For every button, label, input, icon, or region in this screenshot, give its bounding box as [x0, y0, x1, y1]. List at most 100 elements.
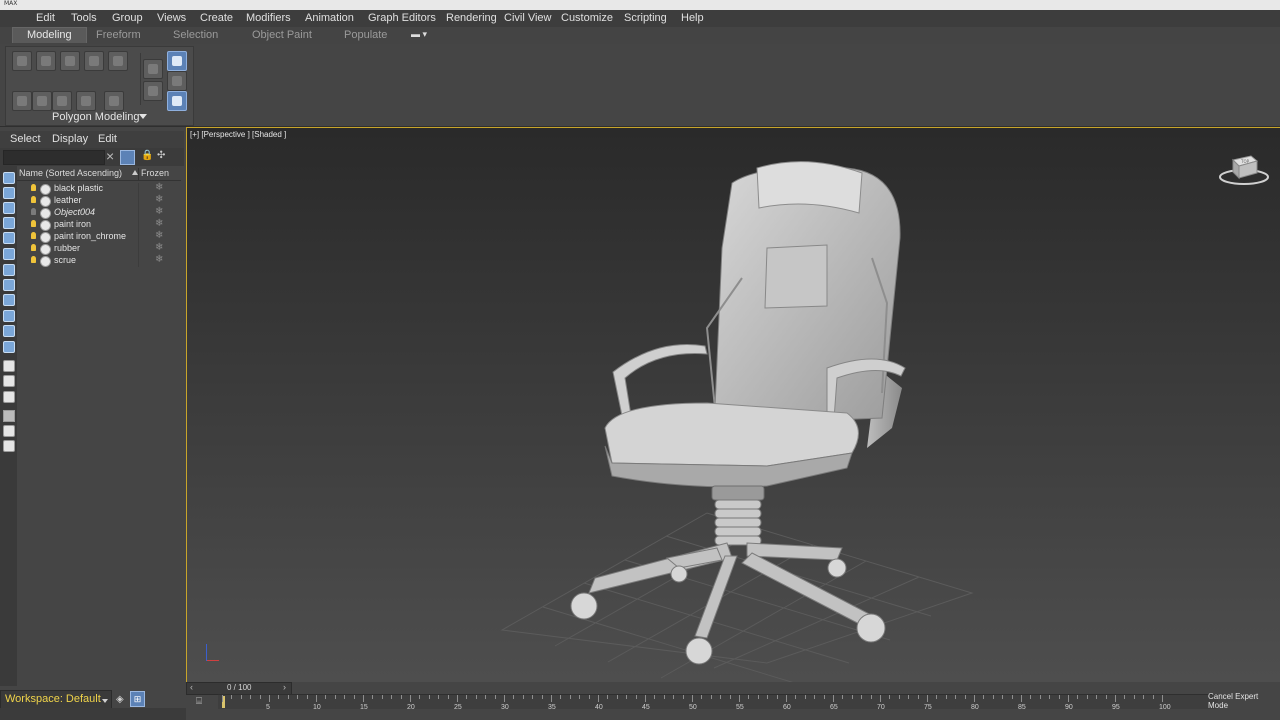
- object-name: black plastic: [54, 183, 104, 193]
- collapse-stack-icon[interactable]: [76, 91, 96, 111]
- light-bulb-icon[interactable]: [31, 220, 36, 227]
- timeline-tick-label: 75: [924, 704, 932, 711]
- viewcube-icon[interactable]: TOP: [1219, 152, 1269, 188]
- prev-frame-icon[interactable]: ‹: [190, 682, 193, 692]
- menu-civil-view[interactable]: Civil View: [504, 12, 551, 24]
- graphite-tools-icon[interactable]: [167, 51, 187, 71]
- menu-group[interactable]: Group: [112, 12, 143, 24]
- display-spacewarps-icon[interactable]: [3, 279, 15, 291]
- polygon-modeling-label[interactable]: Polygon Modeling: [52, 111, 139, 123]
- pin-stack-icon[interactable]: [167, 91, 187, 111]
- next-modifier-icon[interactable]: [52, 91, 72, 111]
- menu-tools[interactable]: Tools: [71, 12, 97, 24]
- menu-rendering[interactable]: Rendering: [446, 12, 497, 24]
- display-containers-icon[interactable]: [3, 341, 15, 353]
- display-none-icon[interactable]: [3, 172, 15, 184]
- timeline-tick: [1096, 695, 1098, 699]
- display-bones-icon[interactable]: [3, 325, 15, 337]
- polygon-icon[interactable]: [84, 51, 104, 71]
- swift-loop-icon[interactable]: [167, 71, 187, 91]
- perspective-viewport[interactable]: [+] [Perspective ] [Shaded ] TOP: [186, 127, 1280, 683]
- tab-selection[interactable]: Selection: [173, 29, 218, 41]
- object-icon: [40, 208, 51, 219]
- sync-selection-icon[interactable]: ✣: [157, 150, 165, 161]
- light-bulb-icon[interactable]: [31, 244, 36, 251]
- display-all-icon[interactable]: [3, 187, 15, 199]
- light-bulb-icon[interactable]: [31, 184, 36, 191]
- key-mode-icon[interactable]: ⌸: [196, 696, 202, 707]
- snowflake-icon[interactable]: ❄: [155, 206, 163, 217]
- timeline-tick-label: 60: [783, 704, 791, 711]
- snowflake-icon[interactable]: ❄: [155, 218, 163, 229]
- use-displace-icon[interactable]: [143, 81, 163, 101]
- column-name-header[interactable]: Name (Sorted Ascending): [19, 168, 122, 178]
- show-end-result-icon[interactable]: [104, 91, 124, 111]
- vertex-icon[interactable]: [12, 51, 32, 71]
- border-icon[interactable]: [60, 51, 80, 71]
- display-hidden-icon[interactable]: [3, 375, 15, 387]
- workspace-selector[interactable]: Workspace: Default: [0, 690, 112, 710]
- menu-views[interactable]: Views: [157, 12, 186, 24]
- menu-customize[interactable]: Customize: [561, 12, 613, 24]
- snowflake-icon[interactable]: ❄: [155, 242, 163, 253]
- menu-help[interactable]: Help: [681, 12, 704, 24]
- app-logo[interactable]: MAX: [4, 0, 17, 7]
- column-frozen-header[interactable]: Frozen: [141, 168, 169, 178]
- display-lights-icon[interactable]: [3, 232, 15, 244]
- layers-icon[interactable]: ◈: [116, 694, 124, 705]
- tab-freeform[interactable]: Freeform: [96, 29, 141, 41]
- tab-modeling[interactable]: Modeling: [12, 27, 87, 43]
- column-divider[interactable]: [138, 168, 139, 180]
- menu-graph-editors[interactable]: Graph Editors: [368, 12, 436, 24]
- tab-populate[interactable]: Populate: [344, 29, 387, 41]
- cancel-expert-mode-button[interactable]: Cancel Expert Mode: [1208, 692, 1280, 710]
- filter-toggle-icon[interactable]: [120, 150, 135, 165]
- explorer-toggle-icon[interactable]: ⊞: [130, 691, 145, 707]
- timeline-tick: [880, 695, 881, 702]
- chevron-down-icon[interactable]: [139, 114, 147, 119]
- display-geometry-icon[interactable]: [3, 202, 15, 214]
- edge-icon[interactable]: [36, 51, 56, 71]
- ribbon-options-icon[interactable]: ▬ ▾: [411, 29, 427, 40]
- scene-tab-edit[interactable]: Edit: [98, 133, 117, 145]
- scene-tab-select[interactable]: Select: [10, 133, 41, 145]
- tab-object-paint[interactable]: Object Paint: [252, 29, 312, 41]
- layers-view-icon[interactable]: [3, 440, 15, 452]
- menu-animation[interactable]: Animation: [305, 12, 354, 24]
- use-soft-selection-icon[interactable]: [143, 59, 163, 79]
- menu-edit[interactable]: Edit: [36, 12, 55, 24]
- scene-tab-display[interactable]: Display: [52, 133, 88, 145]
- display-helpers-icon[interactable]: [3, 264, 15, 276]
- display-children-icon[interactable]: [3, 391, 15, 403]
- display-frozen-icon[interactable]: [3, 360, 15, 372]
- element-icon[interactable]: [108, 51, 128, 71]
- display-cameras-icon[interactable]: [3, 248, 15, 260]
- filter-icon[interactable]: [3, 410, 15, 422]
- next-frame-icon[interactable]: ›: [283, 682, 286, 692]
- light-bulb-icon[interactable]: [31, 232, 36, 239]
- menu-scripting[interactable]: Scripting: [624, 12, 667, 24]
- light-bulb-icon[interactable]: [31, 208, 36, 215]
- display-xrefs-icon[interactable]: [3, 310, 15, 322]
- hierarchy-icon[interactable]: [3, 425, 15, 437]
- lock-icon[interactable]: 🔒: [141, 150, 153, 161]
- scene-search-input[interactable]: [3, 150, 105, 165]
- menu-modifiers[interactable]: Modifiers: [246, 12, 291, 24]
- clear-search-icon[interactable]: ×: [106, 148, 114, 164]
- list-item[interactable]: scrue ❄: [17, 254, 181, 267]
- light-bulb-icon[interactable]: [31, 256, 36, 263]
- timeline-tick: [410, 695, 411, 702]
- display-shapes-icon[interactable]: [3, 217, 15, 229]
- previous-modifier-icon[interactable]: [32, 91, 52, 111]
- chevron-down-icon[interactable]: [102, 699, 108, 703]
- trackbar[interactable]: 5 10 15 20 25 30 35 40 45 50 55 60 65 70 75 80 85 90 95 100: [218, 694, 1218, 711]
- modify-mode-icon[interactable]: [12, 91, 32, 111]
- snowflake-icon[interactable]: ❄: [155, 254, 163, 265]
- light-bulb-icon[interactable]: [31, 196, 36, 203]
- timeline-tick: [1162, 695, 1163, 702]
- menu-create[interactable]: Create: [200, 12, 233, 24]
- snowflake-icon[interactable]: ❄: [155, 230, 163, 241]
- snowflake-icon[interactable]: ❄: [155, 194, 163, 205]
- snowflake-icon[interactable]: ❄: [155, 182, 163, 193]
- display-groups-icon[interactable]: [3, 294, 15, 306]
